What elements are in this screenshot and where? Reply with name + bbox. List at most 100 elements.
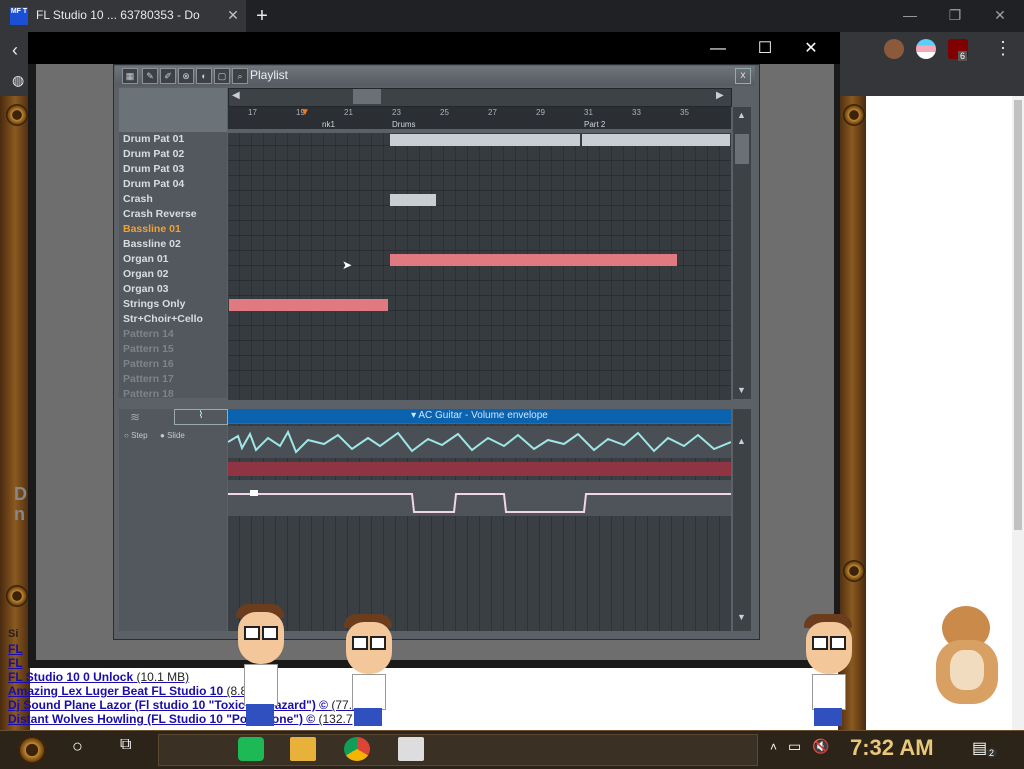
- pattern-label[interactable]: Pattern 17: [123, 373, 227, 388]
- volume-muted-icon[interactable]: 🔇: [812, 738, 829, 755]
- envelope-graphic: [228, 490, 731, 513]
- pattern-clip[interactable]: [582, 134, 730, 146]
- pattern-label[interactable]: Drum Pat 03: [123, 163, 227, 178]
- scroll-down-arrow-icon[interactable]: ▼: [737, 612, 746, 622]
- pattern-label[interactable]: Drum Pat 02: [123, 148, 227, 163]
- scroll-down-arrow-icon[interactable]: ▼: [737, 385, 746, 395]
- download-link[interactable]: Distant Wolves Howling (FL Studio 10 "Po…: [8, 712, 353, 726]
- gear-icon: [843, 104, 865, 126]
- pattern-label[interactable]: Crash Reverse: [123, 208, 227, 223]
- video-minimize-button[interactable]: —: [698, 36, 738, 62]
- task-view-icon[interactable]: ⧉: [120, 736, 131, 754]
- playlist-hscroll-thumb[interactable]: [353, 89, 381, 104]
- pattern-label[interactable]: Organ 01: [123, 253, 227, 268]
- pattern-label[interactable]: Pattern 14: [123, 328, 227, 343]
- chrome-icon[interactable]: [344, 737, 370, 761]
- download-link[interactable]: FL: [8, 642, 23, 656]
- pattern-clip[interactable]: [390, 134, 580, 146]
- video-editor-icon[interactable]: [398, 737, 424, 761]
- download-link[interactable]: Dj Sound Plane Lazor (Fl studio 10 "Toxi…: [8, 698, 359, 712]
- back-arrow-icon[interactable]: ‹: [12, 40, 18, 61]
- paint-tool-icon[interactable]: ✐: [160, 68, 176, 84]
- browser-menu-icon[interactable]: ⋮: [994, 38, 1012, 59]
- pattern-label[interactable]: Pattern 16: [123, 358, 227, 373]
- pattern-label[interactable]: Crash: [123, 193, 227, 208]
- delete-tool-icon[interactable]: ⊗: [178, 68, 194, 84]
- pattern-label[interactable]: Pattern 18: [123, 388, 227, 403]
- mouse-cursor-icon: ➤: [342, 258, 353, 272]
- gear-icon: [843, 560, 865, 582]
- browser-maximize-button[interactable]: ❐: [935, 4, 975, 26]
- page-scrollbar-thumb[interactable]: [1014, 100, 1022, 530]
- pattern-clip[interactable]: [390, 194, 436, 206]
- bar-number: 29: [536, 108, 545, 117]
- pattern-label[interactable]: Organ 02: [123, 268, 227, 283]
- video-close-button[interactable]: ✕: [791, 36, 831, 62]
- snap-icon[interactable]: ▦: [122, 68, 138, 84]
- video-maximize-button[interactable]: ☐: [745, 36, 785, 62]
- tab-title[interactable]: FL Studio 10 ... 63780353 - Do: [36, 8, 216, 24]
- bar-number: 25: [440, 108, 449, 117]
- timeline-marker[interactable]: Drums: [392, 120, 416, 129]
- start-button-icon[interactable]: [18, 736, 46, 764]
- bar-number: 21: [344, 108, 353, 117]
- tray-chevron-icon[interactable]: ˄: [770, 740, 777, 754]
- notifications-icon[interactable]: ▤: [972, 738, 987, 758]
- automation-title[interactable]: ▾ AC Guitar - Volume envelope: [228, 410, 731, 421]
- pattern-label[interactable]: Drum Pat 04: [123, 178, 227, 193]
- pattern-label[interactable]: Strings Only: [123, 298, 227, 313]
- taskbar-clock[interactable]: 7:32 AM: [850, 735, 934, 761]
- timeline-marker[interactable]: Part 2: [584, 120, 605, 129]
- slip-tool-icon[interactable]: ▢: [214, 68, 230, 84]
- pattern-clip[interactable]: [229, 299, 388, 311]
- pattern-label[interactable]: Bassline 02: [123, 238, 227, 253]
- playlist-grid[interactable]: [228, 133, 731, 400]
- browser-minimize-button[interactable]: —: [890, 4, 930, 26]
- cortana-icon[interactable]: ○: [72, 736, 83, 757]
- scroll-right-arrow-icon[interactable]: ▶: [716, 90, 724, 101]
- slide-option[interactable]: ● Slide: [160, 431, 185, 440]
- waveform-icon[interactable]: ≋: [130, 410, 140, 424]
- pattern-label-selected[interactable]: Bassline 01: [123, 223, 227, 238]
- step-option[interactable]: ○ Step: [124, 431, 148, 440]
- scroll-up-arrow-icon[interactable]: ▲: [737, 110, 746, 120]
- playlist-vscroll-thumb[interactable]: [735, 134, 749, 164]
- scroll-left-arrow-icon[interactable]: ◀: [232, 90, 240, 101]
- page-heading-fragment: D: [14, 484, 27, 504]
- gear-icon: [6, 585, 28, 607]
- timeline-marker[interactable]: nk1: [322, 120, 335, 129]
- browser-close-button[interactable]: ✕: [980, 4, 1020, 26]
- extension-flag-icon[interactable]: [916, 39, 936, 59]
- pattern-label[interactable]: Organ 03: [123, 283, 227, 298]
- bar-number: 23: [392, 108, 401, 117]
- bar-number: 35: [680, 108, 689, 117]
- pattern-label[interactable]: Drum Pat 01: [123, 133, 227, 148]
- volume-envelope-clip[interactable]: [228, 480, 731, 516]
- network-icon[interactable]: ▭: [788, 738, 801, 755]
- profile-avatar[interactable]: [884, 39, 904, 59]
- playlist-close-button[interactable]: x: [735, 68, 751, 84]
- download-link[interactable]: FL Studio 10 0 Unlock (10.1 MB): [8, 670, 189, 684]
- spreadsheet-app-icon[interactable]: [238, 737, 264, 761]
- audio-waveform-clip[interactable]: [227, 426, 732, 458]
- new-tab-button[interactable]: +: [250, 4, 274, 28]
- zoom-tool-icon[interactable]: ⌕: [232, 68, 248, 84]
- cartoon-character: [802, 614, 854, 728]
- pattern-clip[interactable]: [390, 254, 677, 266]
- pattern-label[interactable]: Pattern 15: [123, 343, 227, 358]
- scroll-up-arrow-icon[interactable]: ▲: [737, 436, 746, 446]
- envelope-shape-icon[interactable]: ⌇: [174, 409, 228, 425]
- draw-tool-icon[interactable]: ✎: [142, 68, 158, 84]
- globe-icon[interactable]: ◍: [12, 72, 24, 89]
- playhead-marker-icon[interactable]: ▼: [300, 107, 310, 118]
- playlist-title: Playlist: [250, 68, 289, 82]
- playlist-horizontal-scrollbar[interactable]: [228, 88, 732, 107]
- download-link[interactable]: Amazing Lex Luger Beat FL Studio 10 (8.8…: [8, 684, 273, 698]
- download-link[interactable]: FL: [8, 656, 23, 670]
- mute-tool-icon[interactable]: ◐: [196, 68, 212, 84]
- automation-clip-red[interactable]: [228, 462, 731, 476]
- tab-close-icon[interactable]: ✕: [224, 6, 242, 24]
- file-explorer-icon[interactable]: [290, 737, 316, 761]
- bar-number: 33: [632, 108, 641, 117]
- pattern-label[interactable]: Str+Choir+Cello: [123, 313, 227, 328]
